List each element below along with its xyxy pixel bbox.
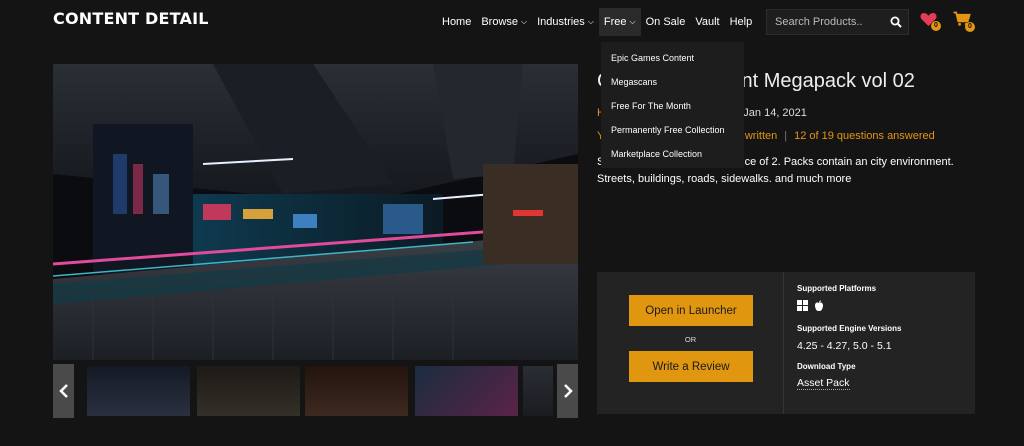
write-review-button[interactable]: Write a Review: [629, 351, 753, 382]
nav-browse-label: Browse: [481, 16, 519, 28]
open-in-launcher-button[interactable]: Open in Launcher: [629, 295, 753, 326]
menu-item-marketplace-collection[interactable]: Marketplace Collection: [601, 142, 744, 166]
description-line-1-end: price of 2. Packs contain an city enviro…: [732, 156, 954, 168]
product-specs: Supported Platforms Supported Engine Ver…: [797, 284, 901, 391]
next-thumbnail-button[interactable]: [557, 364, 578, 418]
questions-link[interactable]: 12 of 19 questions answered: [794, 130, 935, 142]
platform-icons: [797, 300, 901, 314]
top-navigation-bar: CONTENT DETAIL Home Browse ⌵ Industries ⌵ …: [0, 0, 1024, 44]
download-type-value[interactable]: Asset Pack: [797, 377, 850, 390]
chevron-down-icon: ⌵: [629, 17, 636, 26]
download-type-label: Download Type: [797, 362, 856, 371]
nav-on-sale-label: On Sale: [645, 16, 686, 28]
apple-icon: [815, 300, 824, 311]
page-title: CONTENT DETAIL: [53, 9, 209, 28]
nav-browse[interactable]: Browse ⌵: [476, 8, 532, 36]
wishlist-button[interactable]: 0: [920, 12, 941, 32]
nav-help[interactable]: Help: [725, 8, 758, 36]
chevron-down-icon: ⌵: [521, 17, 528, 26]
menu-item-permanently-free-collection[interactable]: Permanently Free Collection: [601, 118, 744, 142]
chevron-left-icon: [58, 384, 68, 398]
nav-free[interactable]: Free ⌵: [598, 8, 641, 36]
nav-home-label: Home: [442, 16, 472, 28]
nav-on-sale[interactable]: On Sale: [641, 8, 691, 36]
thumbnail[interactable]: [415, 366, 518, 416]
nav-industries[interactable]: Industries ⌵: [532, 8, 599, 36]
chevron-right-icon: [563, 384, 573, 398]
supported-platforms-label: Supported Platforms: [797, 284, 877, 293]
thumbnail[interactable]: [305, 366, 408, 416]
engine-versions-label: Supported Engine Versions: [797, 324, 902, 333]
thumbnail-strip: [53, 364, 578, 418]
menu-item-free-for-the-month[interactable]: Free For The Month: [601, 94, 744, 118]
menu-item-epic-games-content[interactable]: Epic Games Content: [601, 46, 744, 70]
wishlist-count-badge: 0: [931, 21, 941, 31]
engine-versions-value: 4.25 - 4.27, 5.0 - 5.1: [797, 340, 892, 352]
description-line-2: Streets, buildings, roads, sidewalks. an…: [597, 173, 852, 185]
separator: |: [784, 130, 788, 142]
nav-vault-label: Vault: [695, 16, 720, 28]
thumbnail[interactable]: [87, 366, 190, 416]
or-divider: OR: [684, 335, 697, 344]
chevron-down-icon: ⌵: [587, 17, 594, 26]
action-buttons: Open in Launcher OR Write a Review: [597, 272, 784, 414]
nav-free-label: Free: [603, 16, 627, 28]
thumbnail[interactable]: [197, 366, 300, 416]
free-dropdown-menu: Epic Games Content Megascans Free For Th…: [601, 42, 744, 168]
search-input[interactable]: [767, 10, 885, 34]
product-action-panel: Open in Launcher OR Write a Review Suppo…: [597, 272, 975, 414]
search-box: [766, 9, 909, 35]
product-main-image: [53, 64, 578, 360]
nav-home[interactable]: Home: [437, 8, 476, 36]
nav-vault[interactable]: Vault: [690, 8, 724, 36]
product-title-end: nt Megapack vol 02: [741, 70, 915, 92]
release-date: - Jan 14, 2021: [733, 107, 807, 119]
cart-count-badge: 0: [965, 22, 975, 32]
city-scene-image: [53, 64, 578, 360]
nav-industries-label: Industries: [537, 16, 585, 28]
thumbnail[interactable]: [523, 366, 553, 416]
prev-thumbnail-button[interactable]: [53, 364, 74, 418]
windows-icon: [797, 300, 808, 311]
nav-help-label: Help: [729, 16, 753, 28]
cart-button[interactable]: 0: [953, 11, 975, 32]
menu-item-megascans[interactable]: Megascans: [601, 70, 744, 94]
search-icon[interactable]: [890, 16, 902, 28]
main-nav: Home Browse ⌵ Industries ⌵ Free ⌵ On Sale V…: [437, 0, 757, 44]
